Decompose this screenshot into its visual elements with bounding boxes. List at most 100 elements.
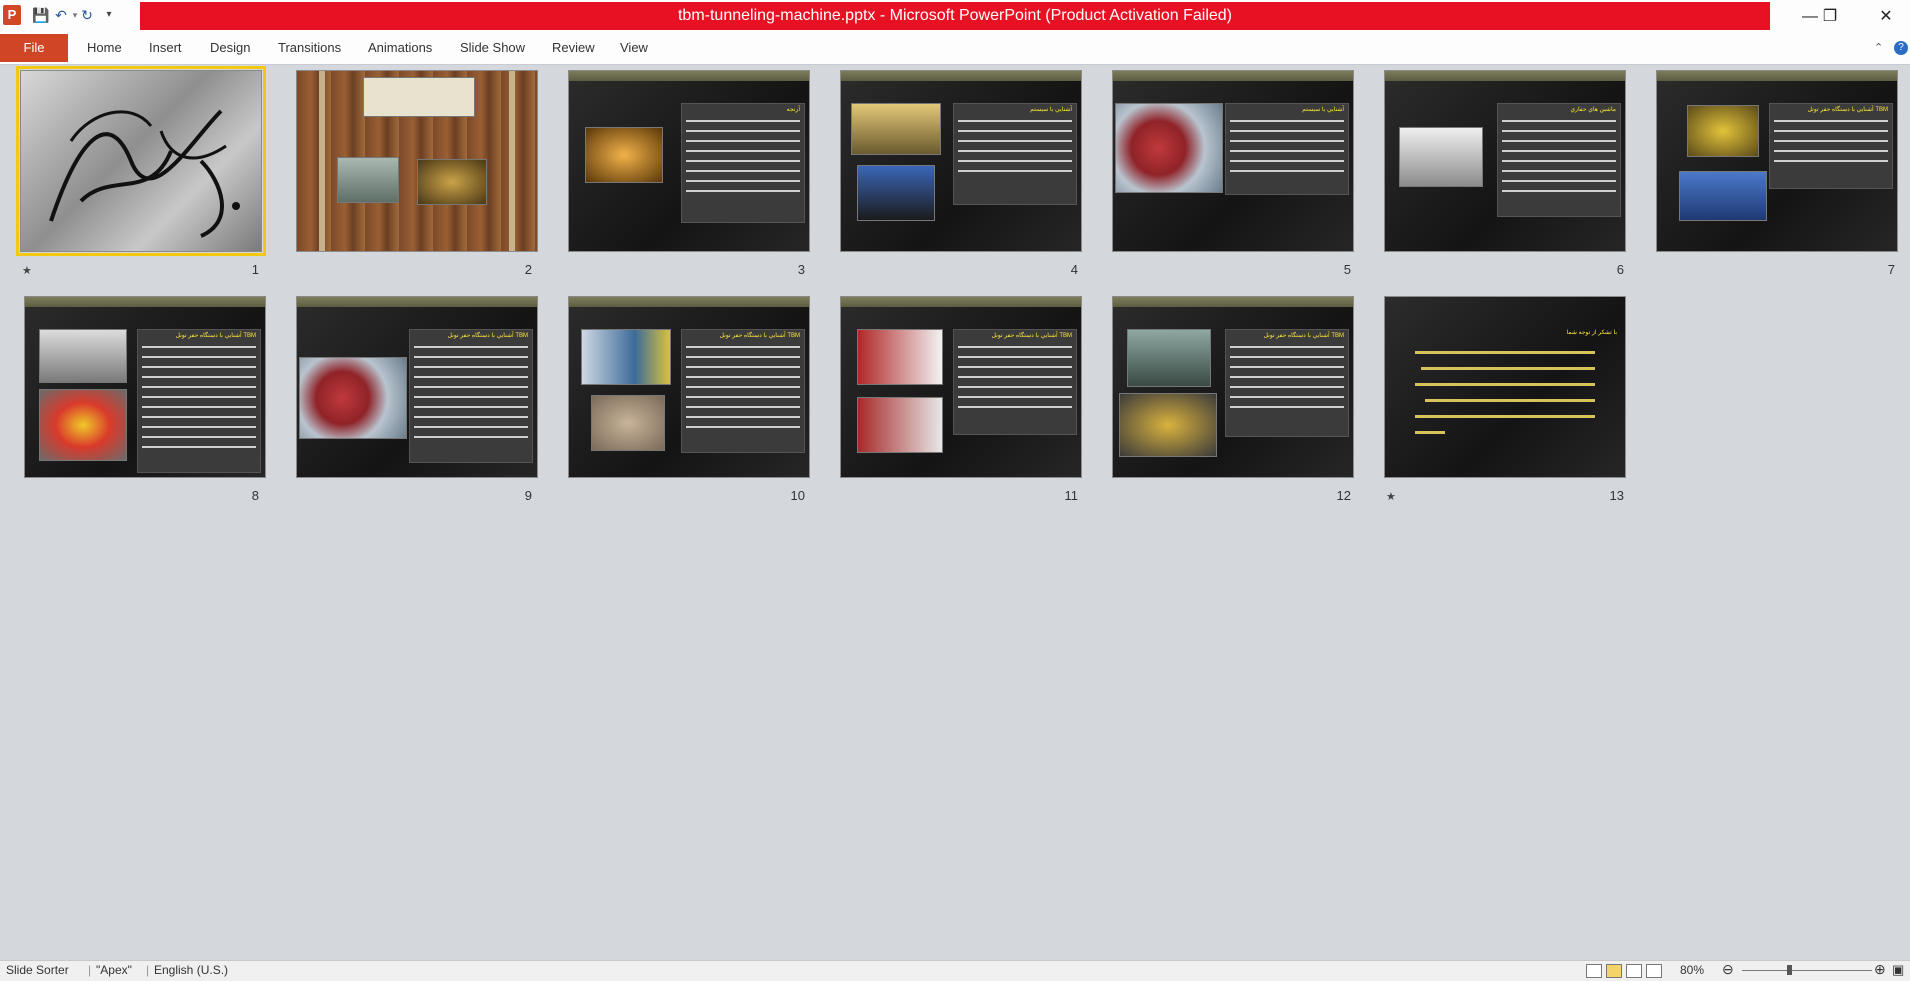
fit-to-window-icon[interactable]: ▣ (1892, 962, 1904, 978)
file-tab[interactable]: File (0, 34, 68, 62)
tunnel-image (337, 157, 399, 203)
slide-header-bar (569, 71, 809, 81)
language-status[interactable]: English (U.S.) (154, 963, 228, 977)
slide-thumbnail[interactable] (16, 66, 266, 256)
slide-header-bar (25, 297, 265, 307)
slide-thumbnail[interactable]: ماشين هاي حفاري (1384, 70, 1626, 252)
rope-graphic (509, 71, 515, 251)
tbm-machine-image (1127, 329, 1211, 387)
tunnel-image (857, 165, 935, 221)
slide-number: 4 (1070, 262, 1078, 277)
slide-number: 8 (251, 488, 259, 503)
tbm-cutterhead-image (1119, 393, 1217, 457)
tbm-machine-image (1399, 127, 1483, 187)
slide-sorter-view-button[interactable] (1606, 964, 1622, 978)
tunnel-image (417, 159, 487, 205)
slide-title: با تشكر از توجه شما (1566, 330, 1617, 336)
tab-transitions[interactable]: Transitions (278, 34, 341, 62)
tab-slide-show[interactable]: Slide Show (460, 34, 525, 62)
slide-title: آشنايي با سيستم (1302, 107, 1344, 113)
powerpoint-app-icon[interactable]: P (3, 5, 21, 25)
slide-header-bar (1657, 71, 1897, 81)
transition-icon[interactable]: ★ (22, 264, 32, 277)
slide-title: آشنايي با دستگاه حفر تونل TBM (1807, 107, 1888, 113)
slide-title: آرنجه (786, 107, 800, 113)
customize-qat-icon[interactable]: ▾ (100, 6, 118, 24)
zoom-slider[interactable] (1742, 970, 1872, 971)
tbm-machine-image (39, 329, 127, 383)
slide-header-bar (297, 297, 537, 307)
slide-text-box: آشنايي با دستگاه حفر تونل TBM (953, 329, 1077, 435)
slide-thumbnail[interactable]: آشنايي با دستگاه حفر تونل TBM (296, 296, 538, 478)
tbm-cutterhead-image (1115, 103, 1223, 193)
slide-text-box: آشنايي با سيستم (1225, 103, 1349, 195)
slide-thumbnail[interactable]: آرنجه (568, 70, 810, 252)
slide-number: 3 (797, 262, 805, 277)
slide-title: آشنايي با دستگاه حفر تونل TBM (991, 333, 1072, 339)
slide-header-bar (1113, 297, 1353, 307)
tbm-cutterhead-image (591, 395, 665, 451)
slide-header-bar (841, 297, 1081, 307)
theme-name: "Apex" (96, 963, 132, 977)
slide-text-box: آشنايي با دستگاه حفر تونل TBM (137, 329, 261, 473)
tab-insert[interactable]: Insert (149, 34, 182, 62)
minimize-ribbon-icon[interactable]: ⌃ (1874, 34, 1883, 62)
tbm-machine-image (1679, 171, 1767, 221)
ribbon-tabs: File Home Insert Design Transitions Anim… (0, 34, 1910, 65)
slide-text-box: آشنايي با دستگاه حفر تونل TBM (681, 329, 805, 453)
tab-animations[interactable]: Animations (368, 34, 432, 62)
slide-text-box: آرنجه (681, 103, 805, 223)
calligraphy-banner (363, 77, 475, 117)
slide-title: آشنايي با دستگاه حفر تونل TBM (1263, 333, 1344, 339)
slide-show-view-button[interactable] (1646, 964, 1662, 978)
window-title: tbm-tunneling-machine.pptx - Microsoft P… (140, 2, 1770, 30)
slide-thumbnail[interactable]: با تشكر از توجه شما (1384, 296, 1626, 478)
slide-thumbnail[interactable]: آشنايي با سيستم (840, 70, 1082, 252)
slide-thumbnail[interactable]: آشنايي با دستگاه حفر تونل TBM (24, 296, 266, 478)
slide-title: آشنايي با دستگاه حفر تونل TBM (719, 333, 800, 339)
slide-thumbnail[interactable]: آشنايي با دستگاه حفر تونل TBM (1656, 70, 1898, 252)
zoom-slider-thumb[interactable] (1787, 965, 1792, 975)
rope-graphic (319, 71, 325, 251)
slide-text-box: آشنايي با دستگاه حفر تونل TBM (409, 329, 533, 463)
help-icon[interactable]: ? (1894, 41, 1908, 55)
slide-header-bar (841, 71, 1081, 81)
tab-review[interactable]: Review (552, 34, 595, 62)
slide-title: ماشين هاي حفاري (1570, 107, 1616, 113)
slide-text-box: آشنايي با سيستم (953, 103, 1077, 205)
zoom-level[interactable]: 80% (1680, 963, 1704, 977)
tunnel-image (851, 103, 941, 155)
slide-number: 13 (1609, 488, 1624, 503)
tab-design[interactable]: Design (210, 34, 250, 62)
slide-number: 11 (1064, 488, 1079, 503)
slide-text-box: ماشين هاي حفاري (1497, 103, 1621, 217)
normal-view-button[interactable] (1586, 964, 1602, 978)
slide-thumbnail[interactable]: آشنايي با دستگاه حفر تونل TBM (568, 296, 810, 478)
slide-number: 6 (1616, 262, 1624, 277)
zoom-out-icon[interactable]: ⊖ (1722, 961, 1734, 978)
close-button[interactable]: ✕ (1866, 4, 1906, 30)
slide-header-bar (1385, 71, 1625, 81)
view-name: Slide Sorter (6, 963, 69, 977)
tunnel-image (585, 127, 663, 183)
status-bar: Slide Sorter | "Apex" | English (U.S.) 8… (0, 960, 1910, 981)
zoom-in-icon[interactable]: ⊕ (1874, 961, 1886, 978)
tbm-cutterhead-image (299, 357, 407, 439)
restore-button[interactable]: ❐ (1810, 4, 1850, 30)
tab-home[interactable]: Home (87, 34, 122, 62)
slide-title: آشنايي با سيستم (1030, 107, 1072, 113)
redo-icon[interactable]: ↻ (78, 6, 96, 24)
slide-thumbnail[interactable] (296, 70, 538, 252)
slide-thumbnail[interactable]: آشنايي با سيستم (1112, 70, 1354, 252)
slide-thumbnail[interactable]: آشنايي با دستگاه حفر تونل TBM (1112, 296, 1354, 478)
transition-icon[interactable]: ★ (1386, 490, 1396, 503)
slide-number: 5 (1343, 262, 1351, 277)
tbm-cutterhead-image (39, 389, 127, 461)
tbm-diagram-image (857, 397, 943, 453)
title-bar: P 💾 ↶ ▾ ↻ ▾ tbm-tunneling-machine.pptx -… (0, 0, 1910, 34)
slide-thumbnail[interactable]: آشنايي با دستگاه حفر تونل TBM (840, 296, 1082, 478)
reading-view-button[interactable] (1626, 964, 1642, 978)
save-icon[interactable]: 💾 (32, 6, 50, 24)
slide-number: 7 (1887, 262, 1895, 277)
tab-view[interactable]: View (620, 34, 648, 62)
